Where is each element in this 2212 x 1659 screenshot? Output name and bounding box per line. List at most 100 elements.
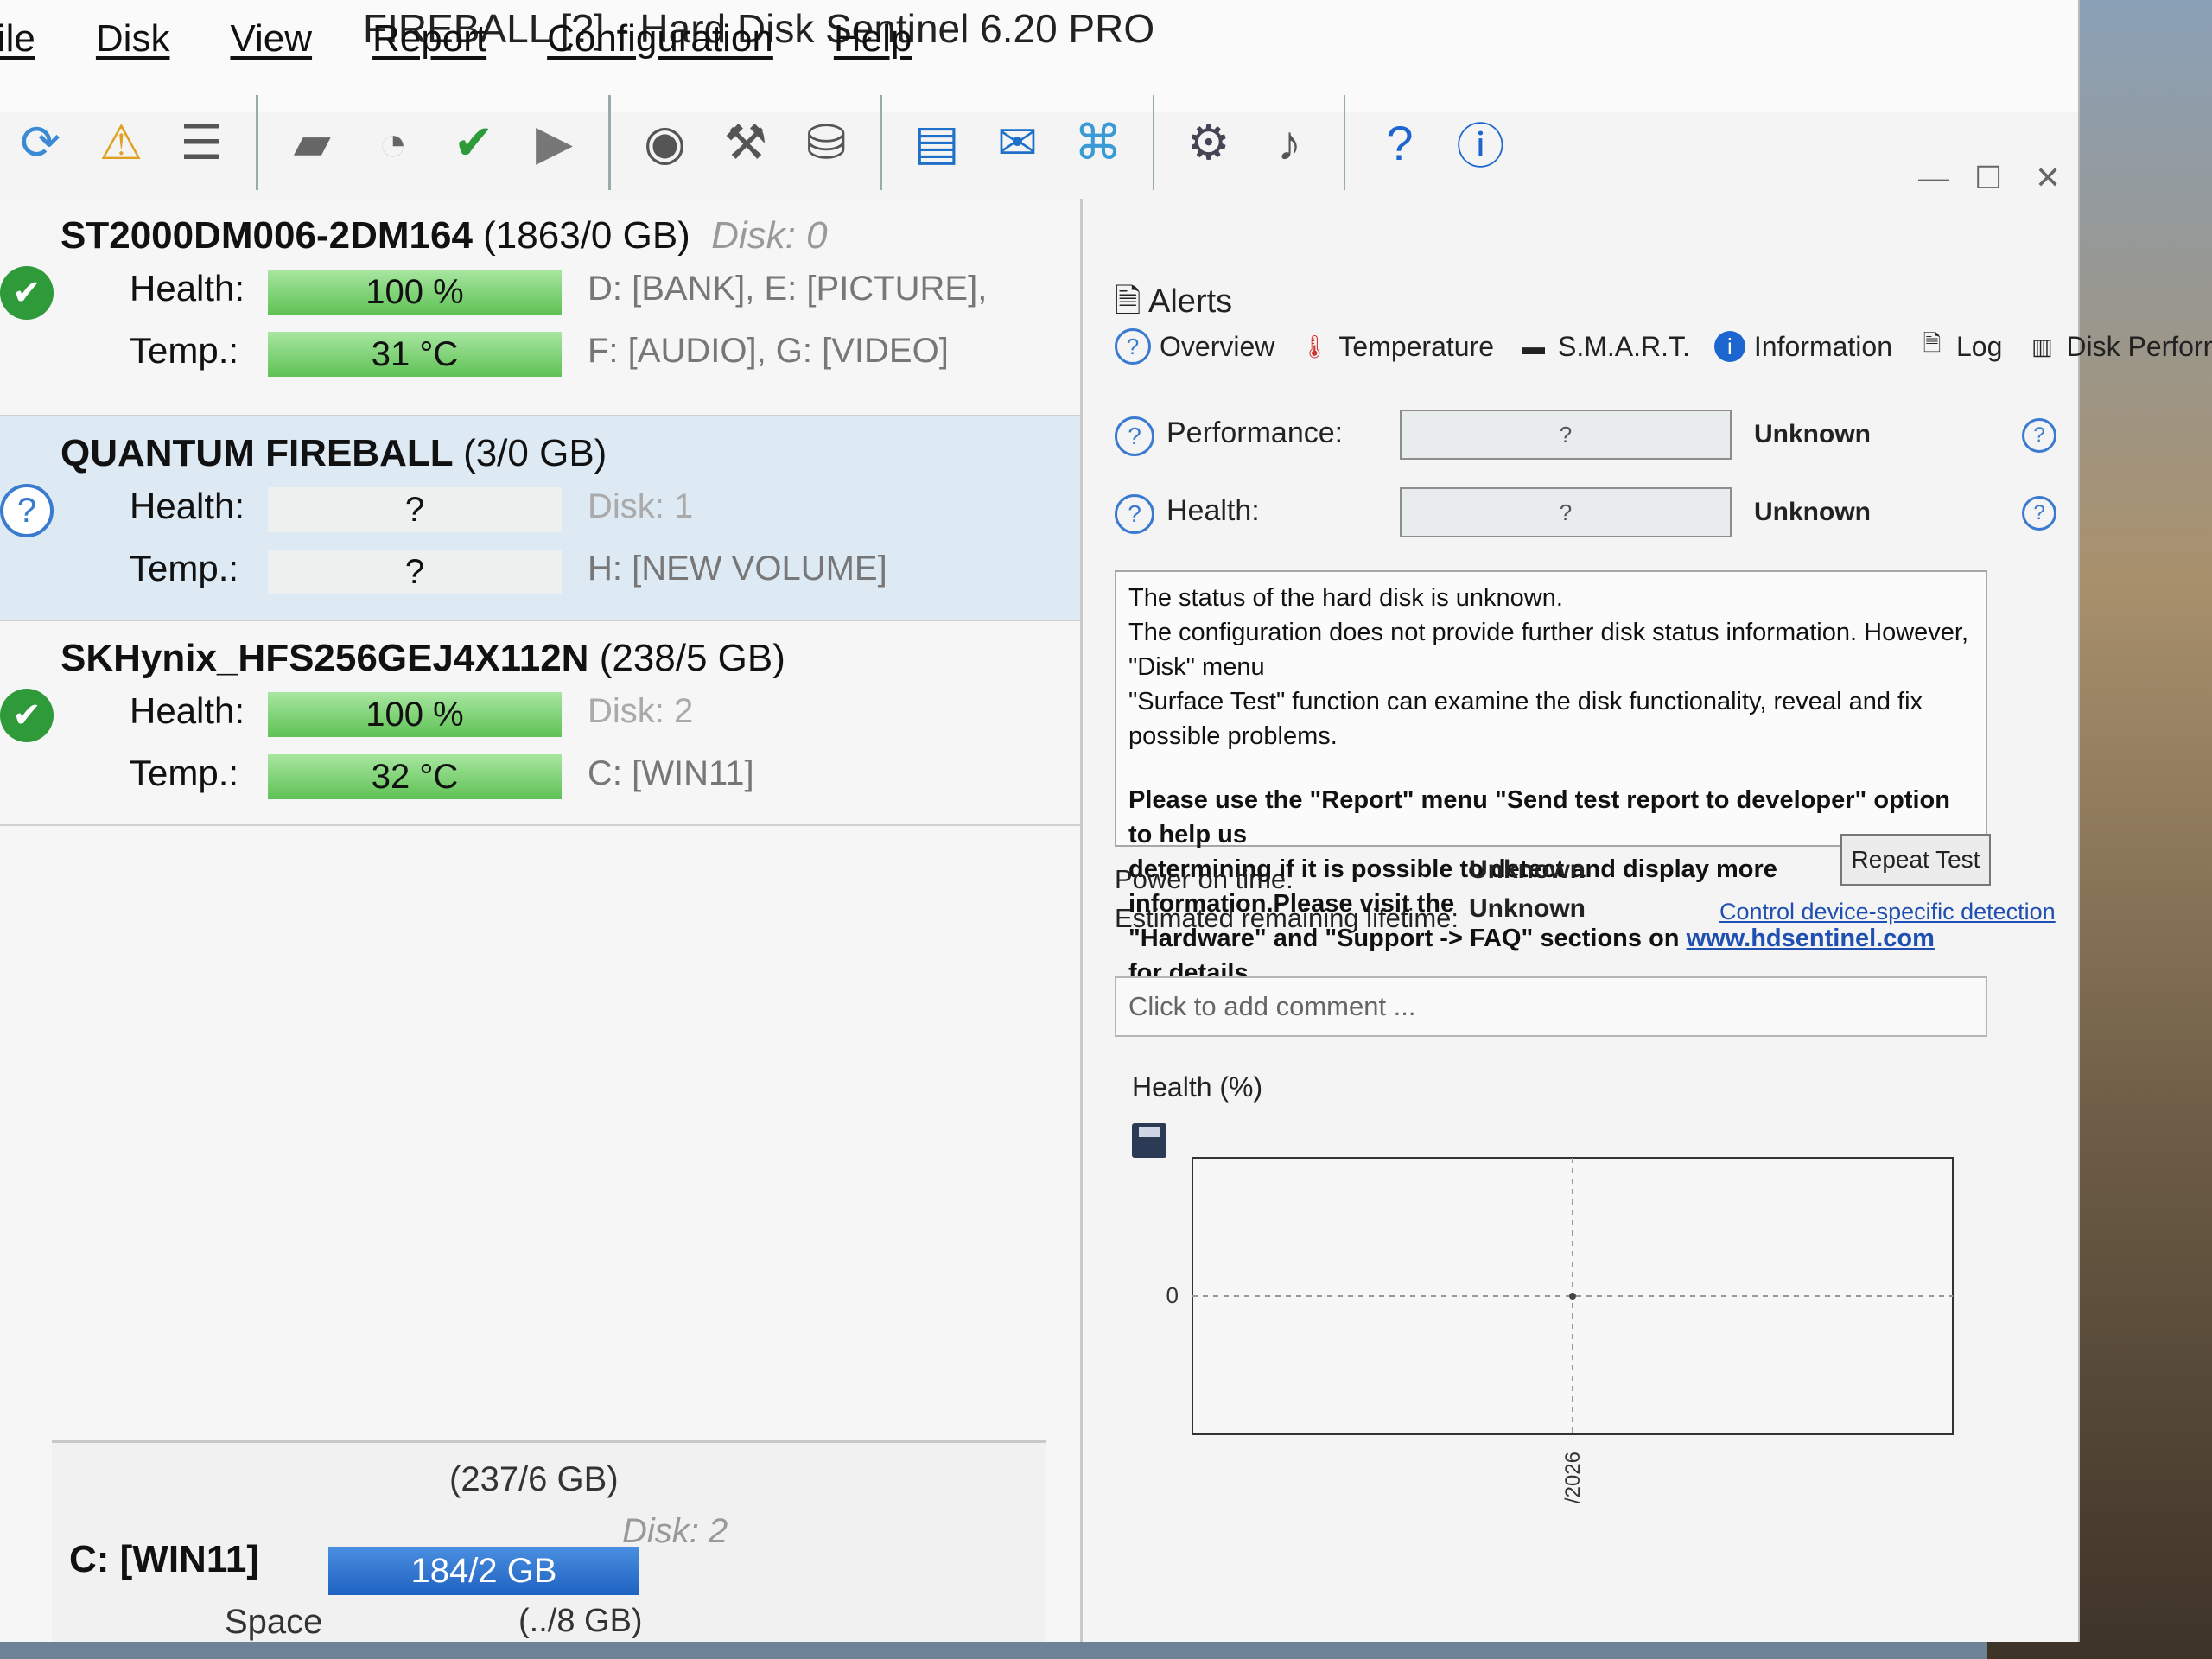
alert-refresh-icon[interactable]: ⚠ — [91, 105, 150, 180]
disk-size: (3/0 GB) — [463, 432, 607, 474]
tab-disk-performance[interactable]: ▥ Disk Performance — [2026, 331, 2212, 363]
app-window: FIREBALL [?] - Hard Disk Sentinel 6.20 P… — [0, 0, 2212, 1642]
message-line: The configuration does not provide furth… — [1128, 619, 1969, 681]
tab-label: Information — [1753, 330, 1892, 362]
info-icon: i — [1713, 331, 1745, 362]
control-detection-link[interactable]: Control device-specific detection — [1719, 899, 2056, 925]
details-panel: 🗎 Alerts ? Overview 🌡 Temperature ▬ S.M.A.R… — [1097, 259, 2212, 1642]
health-row: ? Health: ? Unknown ? — [1115, 484, 2056, 544]
data-point — [1569, 1293, 1576, 1300]
tab-smart[interactable]: ▬ S.M.A.R.T. — [1518, 331, 1690, 363]
disk-number: Disk: 2 — [588, 692, 694, 730]
refresh-icon[interactable]: ⟳ — [10, 105, 70, 180]
disk-number: Disk: 0 — [711, 214, 828, 257]
health-bar: ? — [268, 487, 562, 532]
disk-icon[interactable]: ▰ — [283, 105, 342, 180]
disk-entry[interactable]: ST2000DM006-2DM164 (1863/0 GB) Disk: 0 ✔… — [0, 199, 1080, 416]
disk-list-panel: ST2000DM006-2DM164 (1863/0 GB) Disk: 0 ✔… — [0, 199, 1083, 1642]
disk-tools-icon[interactable]: ⚒ — [715, 105, 775, 180]
performance-icon: ▥ — [2031, 333, 2053, 359]
lifetime-label: Estimated remaining lifetime: — [1115, 903, 1459, 933]
toolbar: ⟳ ⚠ ☰ ▰ ◔ ✔ ▶ ◉ ⚒ ⛁ ▤ ✉ ⌘ ⚙ ♪ ? ⓘ — [0, 78, 1521, 207]
temp-row: Temp.: 32 °C C: [WIN11] — [0, 742, 1080, 804]
question-icon: ? — [1115, 328, 1151, 365]
chart-svg: 0 09/08/2026 — [1166, 1157, 1954, 1503]
report-icon[interactable]: ▤ — [906, 105, 966, 180]
email-icon[interactable]: ✉ — [988, 105, 1047, 180]
minimize-button[interactable]: — — [1918, 160, 1949, 196]
disk-size: (238/5 GB) — [599, 637, 785, 679]
x-tick-label: 09/08/2026 — [1561, 1452, 1585, 1503]
volume-free: (../8 GB) — [518, 1603, 643, 1639]
question-icon: ? — [0, 484, 54, 537]
tab-label: S.M.A.R.T. — [1558, 330, 1690, 362]
lifetime-value: Unknown — [1469, 894, 1586, 923]
volume-panel: (237/6 GB) Disk: 2 C: [WIN11] 184/2 GB S… — [52, 1440, 1046, 1642]
disk-surface-icon[interactable]: ◉ — [635, 105, 695, 180]
menu-view[interactable]: View — [230, 17, 312, 86]
tab-label: Log — [1955, 330, 2003, 362]
toolbar-separator — [880, 95, 883, 190]
tab-overview[interactable]: ? Overview — [1115, 328, 1274, 365]
menu-file[interactable]: File — [0, 17, 35, 86]
document-icon: 🗎 — [1115, 283, 1149, 320]
alerts-label: Alerts — [1148, 283, 1233, 320]
disk-name: QUANTUM FIREBALL — [60, 432, 453, 474]
alerts-link[interactable]: 🗎 Alerts — [1115, 276, 1232, 333]
health-chart: Health (%) 009/08/2026 — [1115, 1054, 1987, 1503]
health-bar: 100 % — [268, 270, 562, 315]
disk-check-icon[interactable]: ✔ — [443, 105, 503, 180]
disk-title: SKHynix_HFS256GEJ4X112N (238/5 GB) — [0, 621, 1080, 680]
gear-icon[interactable]: ⚙ — [1179, 105, 1238, 180]
disk-list-icon[interactable]: ☰ — [172, 105, 232, 180]
tab-label: Disk Performance — [2066, 330, 2212, 362]
maximize-button[interactable]: ☐ — [1974, 160, 2002, 196]
temp-bar: ? — [268, 550, 562, 594]
message-line: The status of the hard disk is unknown. — [1128, 584, 1563, 612]
performance-row: ? Performance: ? Unknown ? — [1115, 406, 2056, 467]
disk-entry-selected[interactable]: QUANTUM FIREBALL (3/0 GB) ? Health: ? Di… — [0, 416, 1080, 621]
health-row: ✔ Health: 100 % Disk: 2 — [0, 680, 1080, 742]
tab-temperature[interactable]: 🌡 Temperature — [1299, 331, 1494, 363]
performance-value: Unknown — [1754, 420, 1871, 448]
temp-label: Temp.: — [130, 753, 239, 793]
health-label: Health: — [130, 268, 245, 308]
menu-configuration[interactable]: Configuration — [547, 17, 773, 86]
menu-report[interactable]: Report — [372, 17, 486, 86]
tab-information[interactable]: i Information — [1713, 330, 1892, 363]
toolbar-separator — [1152, 95, 1154, 190]
log-icon: 🗎 — [1923, 330, 1942, 356]
volume-usage-bar: 184/2 GB — [328, 1547, 639, 1595]
info-icon[interactable]: ⓘ — [1451, 105, 1510, 180]
disk-entry[interactable]: SKHynix_HFS256GEJ4X112N (238/5 GB) ✔ Hea… — [0, 621, 1080, 826]
close-button[interactable]: ✕ — [2035, 160, 2061, 196]
message-line: "Surface Test" function can examine the … — [1128, 688, 1923, 750]
disk-info-icon[interactable]: ⛁ — [797, 105, 856, 180]
disk-number: Disk: 1 — [588, 487, 694, 525]
temp-label: Temp.: — [130, 330, 239, 371]
website-link[interactable]: www.hdsentinel.com — [1687, 925, 1935, 952]
menu-help[interactable]: Help — [834, 17, 912, 86]
help-icon[interactable]: ? — [2022, 496, 2056, 531]
volume-space-label: Space — [225, 1603, 323, 1641]
menu-bar: File Disk View Report Configuration Help — [0, 17, 972, 86]
speaker-icon[interactable]: ♪ — [1259, 105, 1319, 180]
menu-disk[interactable]: Disk — [96, 17, 170, 86]
tab-log[interactable]: 🗎 Log — [1916, 330, 2003, 363]
help-icon[interactable]: ? — [2022, 418, 2056, 453]
disk-clock-icon[interactable]: ◔ — [363, 105, 423, 180]
tab-label: Overview — [1160, 330, 1275, 362]
comment-field[interactable]: Click to add comment ... — [1115, 976, 1987, 1037]
network-icon[interactable]: ⌘ — [1068, 105, 1128, 180]
help-icon[interactable]: ? — [1370, 105, 1429, 180]
status-message-box: The status of the hard disk is unknown. … — [1115, 570, 1987, 987]
repeat-test-button[interactable]: Repeat Test — [1840, 834, 1991, 886]
y-tick-label: 0 — [1166, 1282, 1179, 1308]
disk-fast-icon[interactable]: ▶ — [524, 105, 584, 180]
toolbar-separator — [1343, 95, 1346, 190]
temp-label: Temp.: — [130, 548, 239, 588]
health-label: Health: — [1166, 494, 1260, 527]
volume-size: (237/6 GB) — [449, 1460, 619, 1498]
health-label: Health: — [130, 690, 245, 731]
